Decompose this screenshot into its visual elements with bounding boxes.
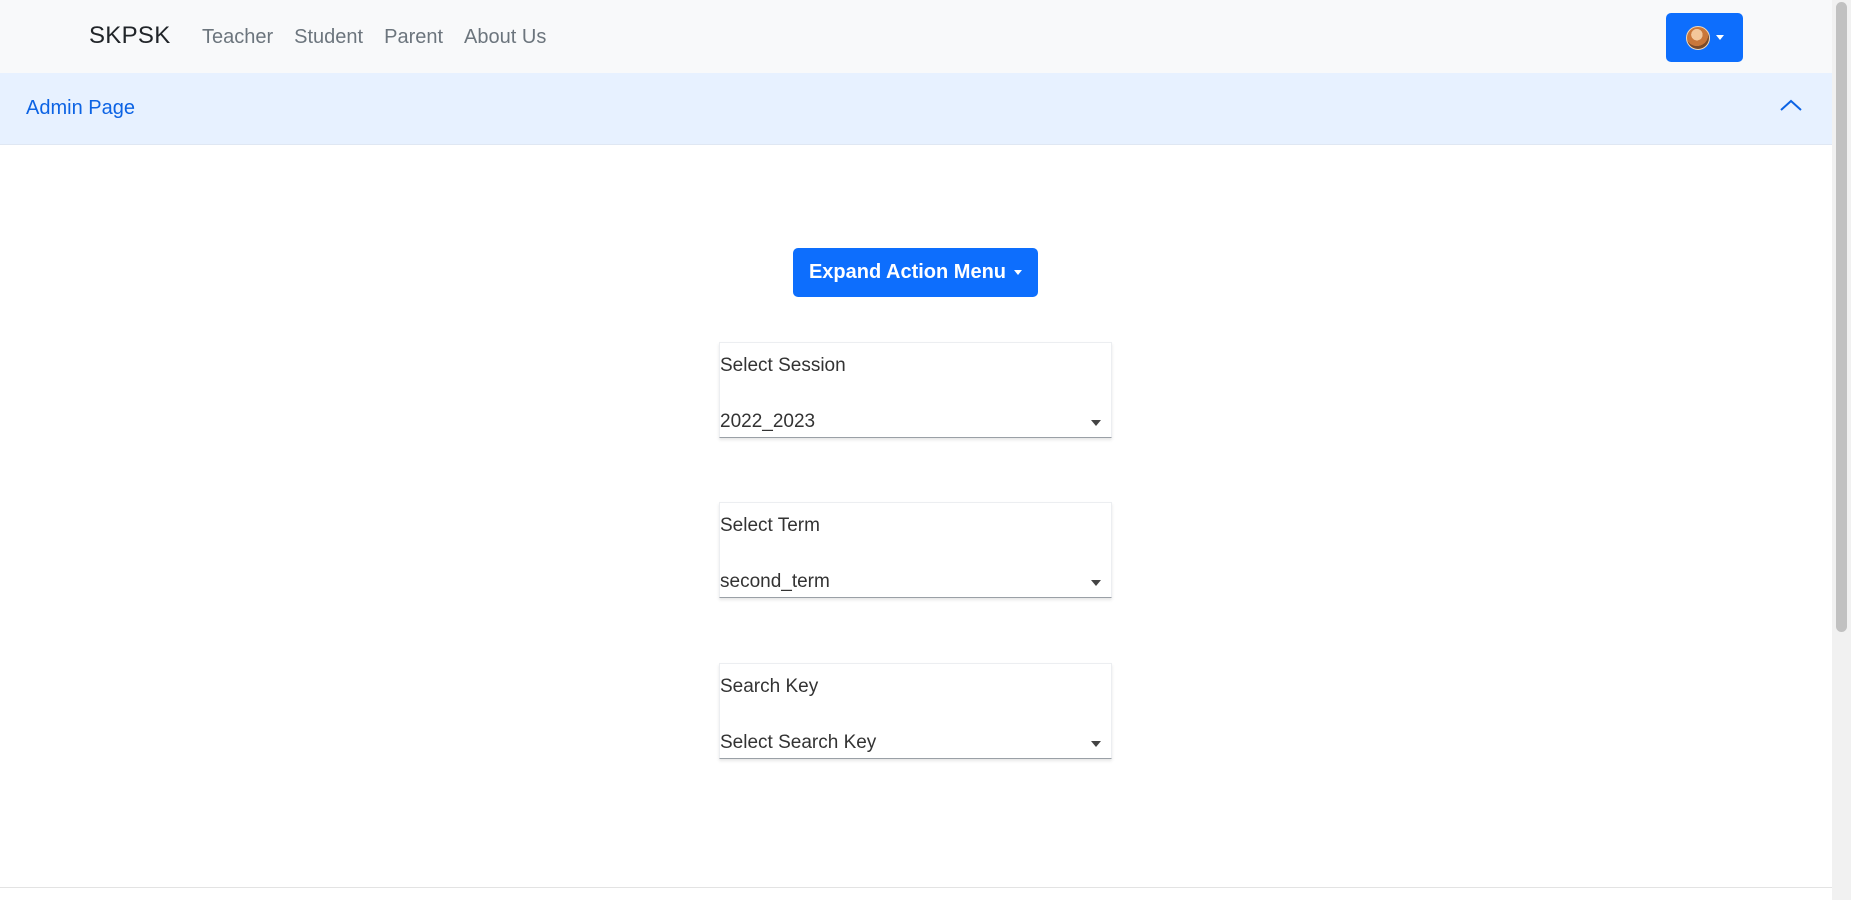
accordion-title[interactable]: Admin Page — [26, 97, 135, 120]
term-value[interactable]: second_term — [720, 571, 830, 593]
caret-down-icon[interactable] — [1091, 420, 1101, 426]
nav-links: Teacher Student Parent About Us — [202, 26, 567, 49]
page-scrollbar[interactable] — [1832, 0, 1851, 900]
caret-down-icon[interactable] — [1091, 741, 1101, 747]
avatar — [1685, 25, 1710, 50]
caret-down-icon — [1014, 270, 1023, 275]
session-select[interactable]: Select Session 2022_2023 — [719, 342, 1112, 438]
top-navbar: SKPSK Teacher Student Parent About Us — [0, 0, 1832, 73]
term-label: Select Term — [720, 515, 820, 536]
admin-accordion-header[interactable]: Admin Page — [0, 73, 1832, 145]
session-value[interactable]: 2022_2023 — [720, 411, 815, 433]
brand-logo[interactable]: SKPSK — [89, 22, 171, 50]
search-key-value[interactable]: Select Search Key — [720, 732, 876, 754]
session-label: Select Session — [720, 355, 846, 376]
expand-action-menu-button[interactable]: Expand Action Menu — [793, 248, 1038, 297]
user-menu-button[interactable] — [1666, 13, 1743, 62]
nav-link-teacher[interactable]: Teacher — [202, 26, 273, 49]
search-key-label: Search Key — [720, 676, 819, 697]
term-select[interactable]: Select Term second_term — [719, 502, 1112, 598]
divider — [0, 887, 1832, 888]
chevron-up-icon[interactable] — [1779, 98, 1803, 112]
search-key-select[interactable]: Search Key Select Search Key — [719, 663, 1112, 759]
action-button-label: Expand Action Menu — [808, 261, 1007, 283]
scrollbar-thumb[interactable] — [1836, 2, 1847, 632]
nav-link-student[interactable]: Student — [294, 26, 363, 49]
nav-link-about-us[interactable]: About Us — [464, 26, 546, 49]
caret-down-icon[interactable] — [1091, 580, 1101, 586]
nav-link-parent[interactable]: Parent — [384, 26, 443, 49]
caret-down-icon — [1715, 35, 1724, 40]
